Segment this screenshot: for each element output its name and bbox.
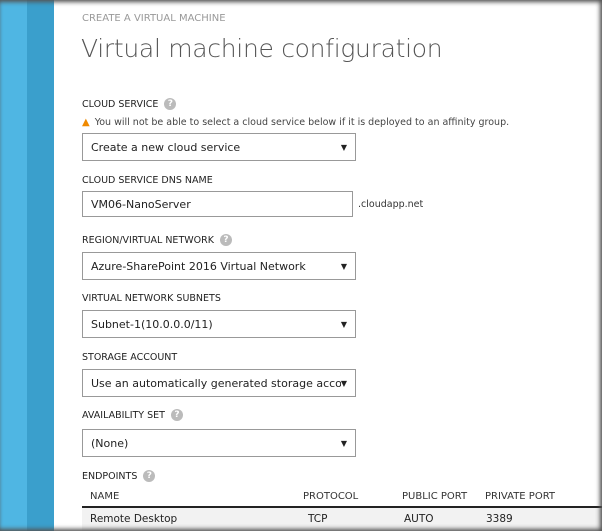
cloud-service-label-text: CLOUD SERVICE xyxy=(82,98,159,110)
column-header-private-port[interactable]: PRIVATE PORT xyxy=(485,491,555,502)
chevron-down-icon: ▼ xyxy=(340,378,347,388)
cloud-service-label: CLOUD SERVICE? xyxy=(82,98,177,110)
chevron-down-icon: ▼ xyxy=(340,319,347,329)
region-label-text: REGION/VIRTUAL NETWORK xyxy=(82,234,214,246)
availability-label: AVAILABILITY SET? xyxy=(82,409,183,421)
endpoints-label-text: ENDPOINTS xyxy=(82,470,138,482)
storage-label-text: STORAGE ACCOUNT xyxy=(82,352,178,363)
help-icon[interactable]: ? xyxy=(164,98,177,110)
subnet-select[interactable]: Subnet-1(10.0.0.0/11) ▼ xyxy=(82,310,356,338)
chevron-down-icon: ▼ xyxy=(340,438,347,448)
storage-value: Use an automatically generated storage a… xyxy=(91,376,341,390)
storage-select[interactable]: Use an automatically generated storage a… xyxy=(82,369,356,397)
storage-label: STORAGE ACCOUNT xyxy=(82,352,177,363)
dns-name-label: CLOUD SERVICE DNS NAME xyxy=(82,175,213,186)
wizard-subtitle: CREATE A VIRTUAL MACHINE xyxy=(82,13,226,24)
chevron-down-icon: ▼ xyxy=(340,261,347,271)
endpoint-private-port: 3389 xyxy=(486,513,513,525)
availability-select[interactable]: (None) ▼ xyxy=(82,429,356,457)
chevron-down-icon: ▼ xyxy=(340,142,347,152)
cloud-service-select[interactable]: Create a new cloud service ▼ xyxy=(82,133,356,161)
subnet-value: Subnet-1(10.0.0.0/11) xyxy=(91,317,213,331)
endpoint-public-port: AUTO xyxy=(404,513,434,525)
sidebar-strip-dark xyxy=(27,0,54,531)
warning-text: You will not be able to select a cloud s… xyxy=(94,117,510,128)
region-value: Azure-SharePoint 2016 Virtual Network xyxy=(91,259,306,273)
region-select[interactable]: Azure-SharePoint 2016 Virtual Network ▼ xyxy=(82,252,356,280)
help-icon[interactable]: ? xyxy=(143,470,156,482)
endpoint-name: Remote Desktop xyxy=(90,513,178,525)
page-title: Virtual machine configuration xyxy=(81,34,443,63)
dns-name-input[interactable]: VM06-NanoServer xyxy=(82,191,353,217)
affinity-warning: ▲ You will not be able to select a cloud … xyxy=(82,117,509,128)
region-label: REGION/VIRTUAL NETWORK? xyxy=(82,234,232,246)
subnets-label: VIRTUAL NETWORK SUBNETS xyxy=(82,293,221,304)
dns-suffix: .cloudapp.net xyxy=(358,199,424,210)
availability-label-text: AVAILABILITY SET xyxy=(82,409,165,421)
help-icon[interactable]: ? xyxy=(170,409,183,421)
endpoints-label: ENDPOINTS? xyxy=(82,470,156,482)
cloud-service-value: Create a new cloud service xyxy=(91,140,241,154)
sidebar-strip-light xyxy=(0,0,27,531)
column-header-public-port[interactable]: PUBLIC PORT xyxy=(402,491,467,502)
availability-value: (None) xyxy=(91,436,129,450)
column-header-name[interactable]: NAME xyxy=(90,491,119,502)
column-header-protocol[interactable]: PROTOCOL xyxy=(303,491,358,502)
subnets-label-text: VIRTUAL NETWORK SUBNETS xyxy=(82,293,221,304)
endpoint-protocol: TCP xyxy=(308,513,328,525)
help-icon[interactable]: ? xyxy=(219,234,232,246)
warning-icon: ▲ xyxy=(82,117,90,128)
dns-name-label-text: CLOUD SERVICE DNS NAME xyxy=(82,175,213,186)
